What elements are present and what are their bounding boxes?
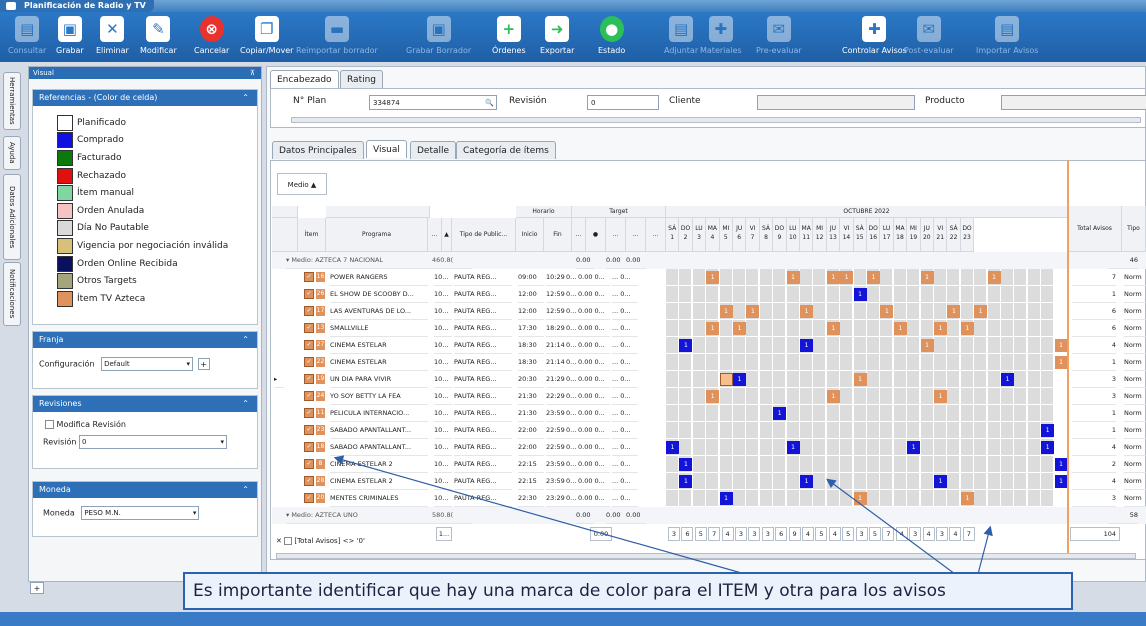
annotation-arrows: [333, 455, 993, 575]
callout-text: Es importante identificar que hay una ma…: [193, 581, 946, 601]
arrow-to-aviso-mark: [826, 478, 956, 575]
arrow-to-total: [977, 525, 993, 575]
bottom-bar: [0, 612, 1146, 626]
add-panel-button[interactable]: +: [30, 582, 44, 594]
app-window: Planificación de Radio y TV ▤ Consultar ▣ G…: [0, 0, 1146, 626]
arrow-to-item-mark: [333, 455, 746, 575]
annotation-callout: Es importante identificar que hay una ma…: [183, 572, 1073, 610]
